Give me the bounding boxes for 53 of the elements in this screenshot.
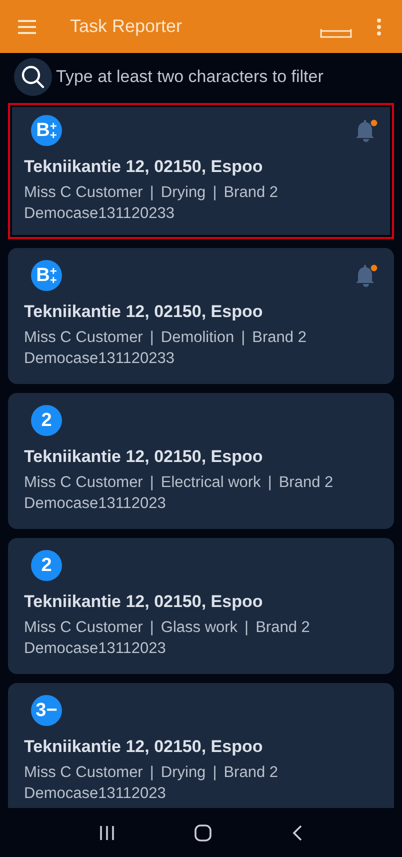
separator: | <box>212 763 218 783</box>
customer-name: Miss C Customer <box>24 618 143 638</box>
separator: | <box>148 473 155 493</box>
recents-icon[interactable] <box>99 826 116 840</box>
separator: | <box>148 183 155 203</box>
customer-name: Miss C Customer <box>24 763 143 783</box>
brand-name: Brand 2 <box>224 183 278 203</box>
task-address: Tekniikantie 12, 02150, Espoo <box>24 302 264 322</box>
task-address: Tekniikantie 12, 02150, Espoo <box>24 157 264 177</box>
separator: | <box>148 763 155 783</box>
brand-name: Brand 2 <box>224 763 278 783</box>
search-icon[interactable] <box>14 58 52 96</box>
customer-name: Miss C Customer <box>24 183 143 203</box>
app-title: Task Reporter <box>70 16 184 37</box>
bell-icon[interactable] <box>354 117 378 143</box>
priority-badge: B+ + <box>31 260 62 291</box>
separator: | <box>148 328 155 348</box>
separator: | <box>240 328 246 348</box>
separator: | <box>148 618 155 638</box>
case-id: Democase13112023 <box>24 494 167 514</box>
case-id: Democase131120233 <box>24 204 176 224</box>
task-card[interactable]: B+ + Tekniikantie 12, 02150, Espoo Miss C Customer | Demolition | Brand 2 Democase131120233 <box>8 248 394 384</box>
brand-name: Brand 2 <box>252 328 306 348</box>
bell-icon[interactable] <box>354 262 378 288</box>
task-card[interactable]: 2 Tekniikantie 12, 02150, Espoo Miss C Customer | Electrical work | Brand 2 Democase13112023 <box>8 393 394 529</box>
task-card[interactable]: B+ + Tekniikantie 12, 02150, Espoo Miss C Customer | Drying | Brand 2 Democase131120233 <box>8 103 394 239</box>
work-type: Demolition <box>160 328 234 348</box>
separator: | <box>266 473 273 493</box>
brand-name: Brand 2 <box>256 618 310 638</box>
customer-name: Miss C Customer <box>24 328 143 348</box>
work-type: Drying <box>160 183 206 203</box>
case-id: Democase13112023 <box>24 639 167 659</box>
home-icon[interactable] <box>194 824 212 842</box>
filter-field[interactable]: Type at least two characters to filter <box>56 67 396 87</box>
work-type: Electrical work <box>160 473 261 493</box>
priority-badge: 3− <box>31 695 62 726</box>
priority-badge: 2 <box>31 405 62 436</box>
priority-badge: 2 <box>31 550 62 581</box>
case-id: Democase13112023 <box>24 784 167 804</box>
separator: | <box>212 183 218 203</box>
customer-name: Miss C Customer <box>24 473 143 493</box>
brand-name: Brand 2 <box>278 473 334 493</box>
case-id: Democase131120233 <box>24 349 176 369</box>
work-type: Glass work <box>160 618 238 638</box>
separator: | <box>244 618 250 638</box>
back-icon[interactable] <box>290 824 303 840</box>
task-address: Tekniikantie 12, 02150, Espoo <box>24 447 264 467</box>
work-type: Drying <box>160 763 206 783</box>
task-card[interactable]: 3− Tekniikantie 12, 02150, Espoo Miss C Customer | Drying | Brand 2 Democase13112023 <box>8 683 394 808</box>
task-card[interactable]: 2 Tekniikantie 12, 02150, Espoo Miss C Customer | Glass work | Brand 2 Democase13112023 <box>8 538 394 674</box>
task-address: Tekniikantie 12, 02150, Espoo <box>24 737 264 757</box>
task-address: Tekniikantie 12, 02150, Espoo <box>24 592 264 612</box>
priority-badge: B+ + <box>31 115 62 146</box>
